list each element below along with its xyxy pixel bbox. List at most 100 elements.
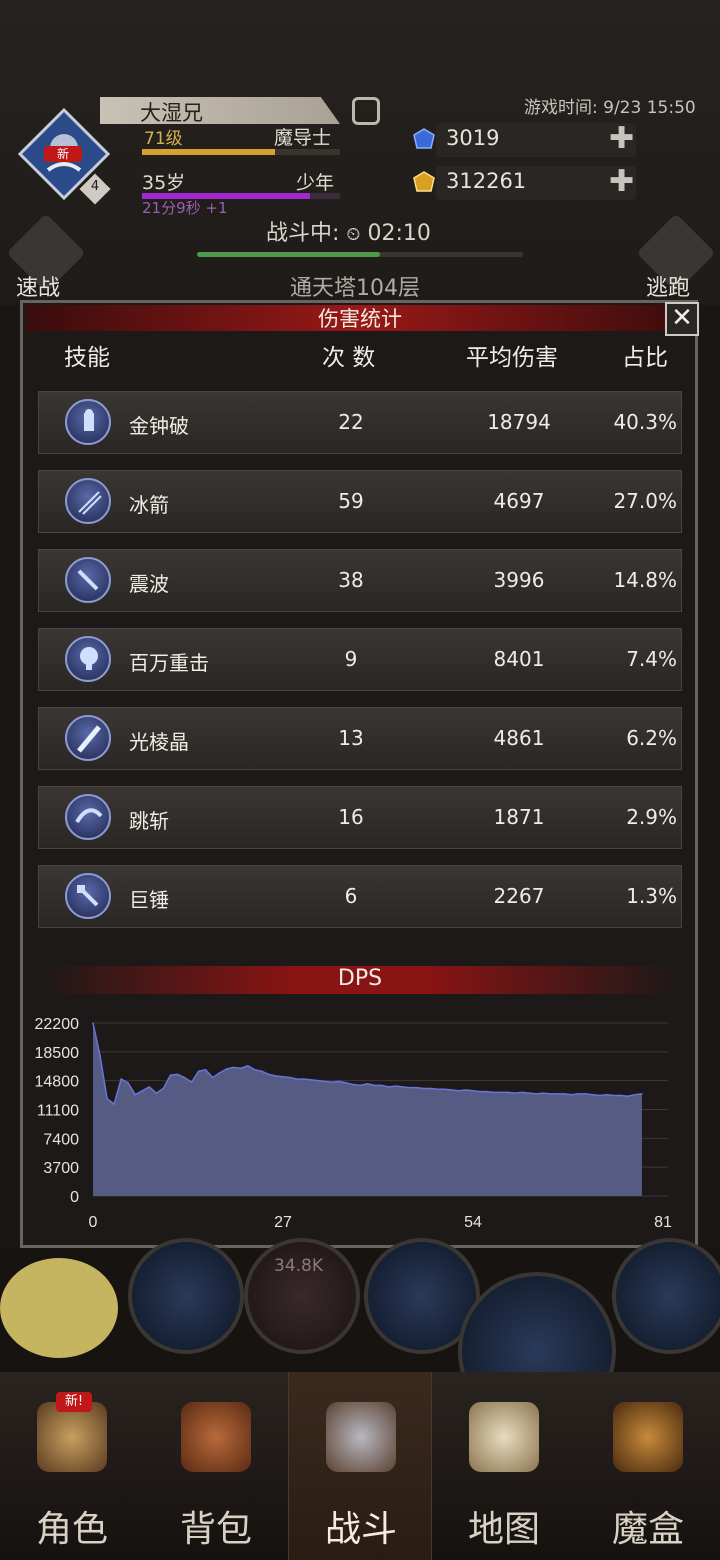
clock-icon: ⏲: [346, 224, 361, 245]
skill-orb[interactable]: [612, 1238, 720, 1354]
dps-point: [331, 1081, 334, 1084]
gold-icon: [413, 171, 435, 192]
dps-point: [225, 1068, 228, 1070]
x-tick-label: 0: [89, 1214, 98, 1231]
dps-point: [324, 1080, 327, 1083]
dps-point: [275, 1075, 277, 1077]
dps-point: [556, 1093, 559, 1095]
nav-battle[interactable]: 战斗: [288, 1372, 432, 1560]
skill-avg-damage: 2267: [493, 884, 545, 908]
level-progress-bar: [142, 149, 340, 155]
nav-label: 战斗: [324, 1509, 397, 1550]
col-header-skill: 技能: [64, 345, 110, 371]
dps-point: [190, 1081, 193, 1084]
skill-avg-damage: 4697: [493, 489, 545, 513]
col-header-count: 次 数: [322, 345, 376, 371]
dps-point: [514, 1092, 517, 1094]
dps-title: DPS: [337, 966, 383, 991]
dps-point: [289, 1076, 291, 1079]
dps-point: [401, 1086, 404, 1088]
dps-point: [493, 1091, 495, 1094]
sword-icon: [65, 557, 111, 603]
dps-point: [507, 1091, 509, 1094]
new-badge: 新!: [56, 1392, 92, 1412]
skill-share: 40.3%: [613, 410, 677, 434]
emblem-new-badge: 新: [44, 146, 82, 162]
dps-point: [437, 1088, 439, 1091]
scroll-map-icon: [469, 1402, 539, 1472]
dps-point: [444, 1088, 446, 1091]
dps-point: [261, 1070, 263, 1073]
skill-name: 金钟破: [129, 414, 189, 438]
dps-point: [345, 1082, 348, 1084]
tower-floor: 通天塔104层: [290, 276, 420, 301]
age-timer: 21分9秒 +1: [142, 199, 228, 217]
dps-point: [591, 1093, 594, 1096]
nav-backpack[interactable]: 背包: [144, 1372, 288, 1560]
dps-point: [598, 1094, 601, 1097]
x-tick-label: 54: [464, 1214, 482, 1231]
edit-name-icon[interactable]: [352, 97, 380, 125]
battle-status: 战斗中: ⏲ 02:10: [266, 221, 431, 246]
magic-box-icon: [613, 1402, 683, 1472]
dps-point: [232, 1066, 235, 1069]
nav-magic-box[interactable]: 魔盒: [576, 1372, 720, 1560]
dps-point: [500, 1091, 502, 1094]
dps-point: [549, 1093, 552, 1095]
dps-point: [451, 1089, 453, 1091]
dps-point: [239, 1067, 242, 1069]
skill-orb[interactable]: 34.8K: [244, 1238, 360, 1354]
dps-point: [535, 1093, 538, 1095]
explosion-icon: [65, 636, 111, 682]
dps-point: [619, 1094, 622, 1097]
skill-avg-damage: 4861: [493, 726, 545, 750]
skill-avg-damage: 3996: [493, 568, 545, 592]
y-tick-label: 3700: [43, 1160, 79, 1177]
skill-share: 6.2%: [626, 726, 677, 750]
close-button[interactable]: ✕: [665, 302, 699, 336]
y-tick-label: 11100: [37, 1103, 79, 1120]
dps-point: [169, 1074, 172, 1077]
skill-share: 2.9%: [626, 805, 677, 829]
dps-point: [521, 1091, 524, 1094]
player-level: 71级: [144, 129, 183, 149]
damage-float: 34.8K: [274, 1256, 323, 1276]
dps-point: [268, 1073, 270, 1076]
skill-name: 震波: [129, 572, 169, 596]
add-crystal-icon[interactable]: ✚: [609, 124, 634, 154]
helmet-icon: [37, 1402, 107, 1472]
ice-arrow-icon: [65, 478, 111, 524]
dps-point: [148, 1086, 151, 1088]
skill-row: 光棱晶 13 4861 6.2%: [38, 707, 682, 770]
skill-name: 百万重击: [129, 651, 209, 675]
dps-point: [92, 1022, 94, 1024]
slash-icon: [65, 794, 111, 840]
dps-point: [605, 1093, 608, 1096]
dps-point: [415, 1086, 418, 1089]
dps-point: [296, 1078, 298, 1080]
escape-label: 逃跑: [646, 276, 691, 301]
nav-map[interactable]: 地图: [432, 1372, 576, 1560]
backpack-icon: [181, 1402, 251, 1472]
skill-name: 跳斩: [129, 809, 169, 833]
dps-point: [380, 1084, 383, 1087]
dps-point: [247, 1065, 249, 1067]
dps-point: [429, 1087, 432, 1090]
add-gold-icon[interactable]: ✚: [609, 167, 634, 197]
player-class: 魔导士: [274, 127, 332, 149]
skill-count: 6: [344, 884, 358, 908]
dps-point: [486, 1090, 488, 1093]
bottom-nav: 新! 角色 背包 战斗 地图 魔盒: [0, 1372, 720, 1560]
dps-point: [612, 1094, 615, 1097]
skill-share: 1.3%: [626, 884, 677, 908]
dps-point: [127, 1082, 129, 1084]
y-tick-label: 7400: [43, 1131, 79, 1148]
nav-role[interactable]: 新! 角色: [0, 1372, 144, 1560]
nav-label: 地图: [467, 1509, 540, 1550]
dps-point: [99, 1054, 101, 1057]
dps-point: [570, 1093, 573, 1096]
dps-point: [584, 1093, 587, 1095]
skill-orb[interactable]: [128, 1238, 244, 1354]
dps-point: [211, 1076, 214, 1079]
skill-share: 14.8%: [613, 568, 677, 592]
